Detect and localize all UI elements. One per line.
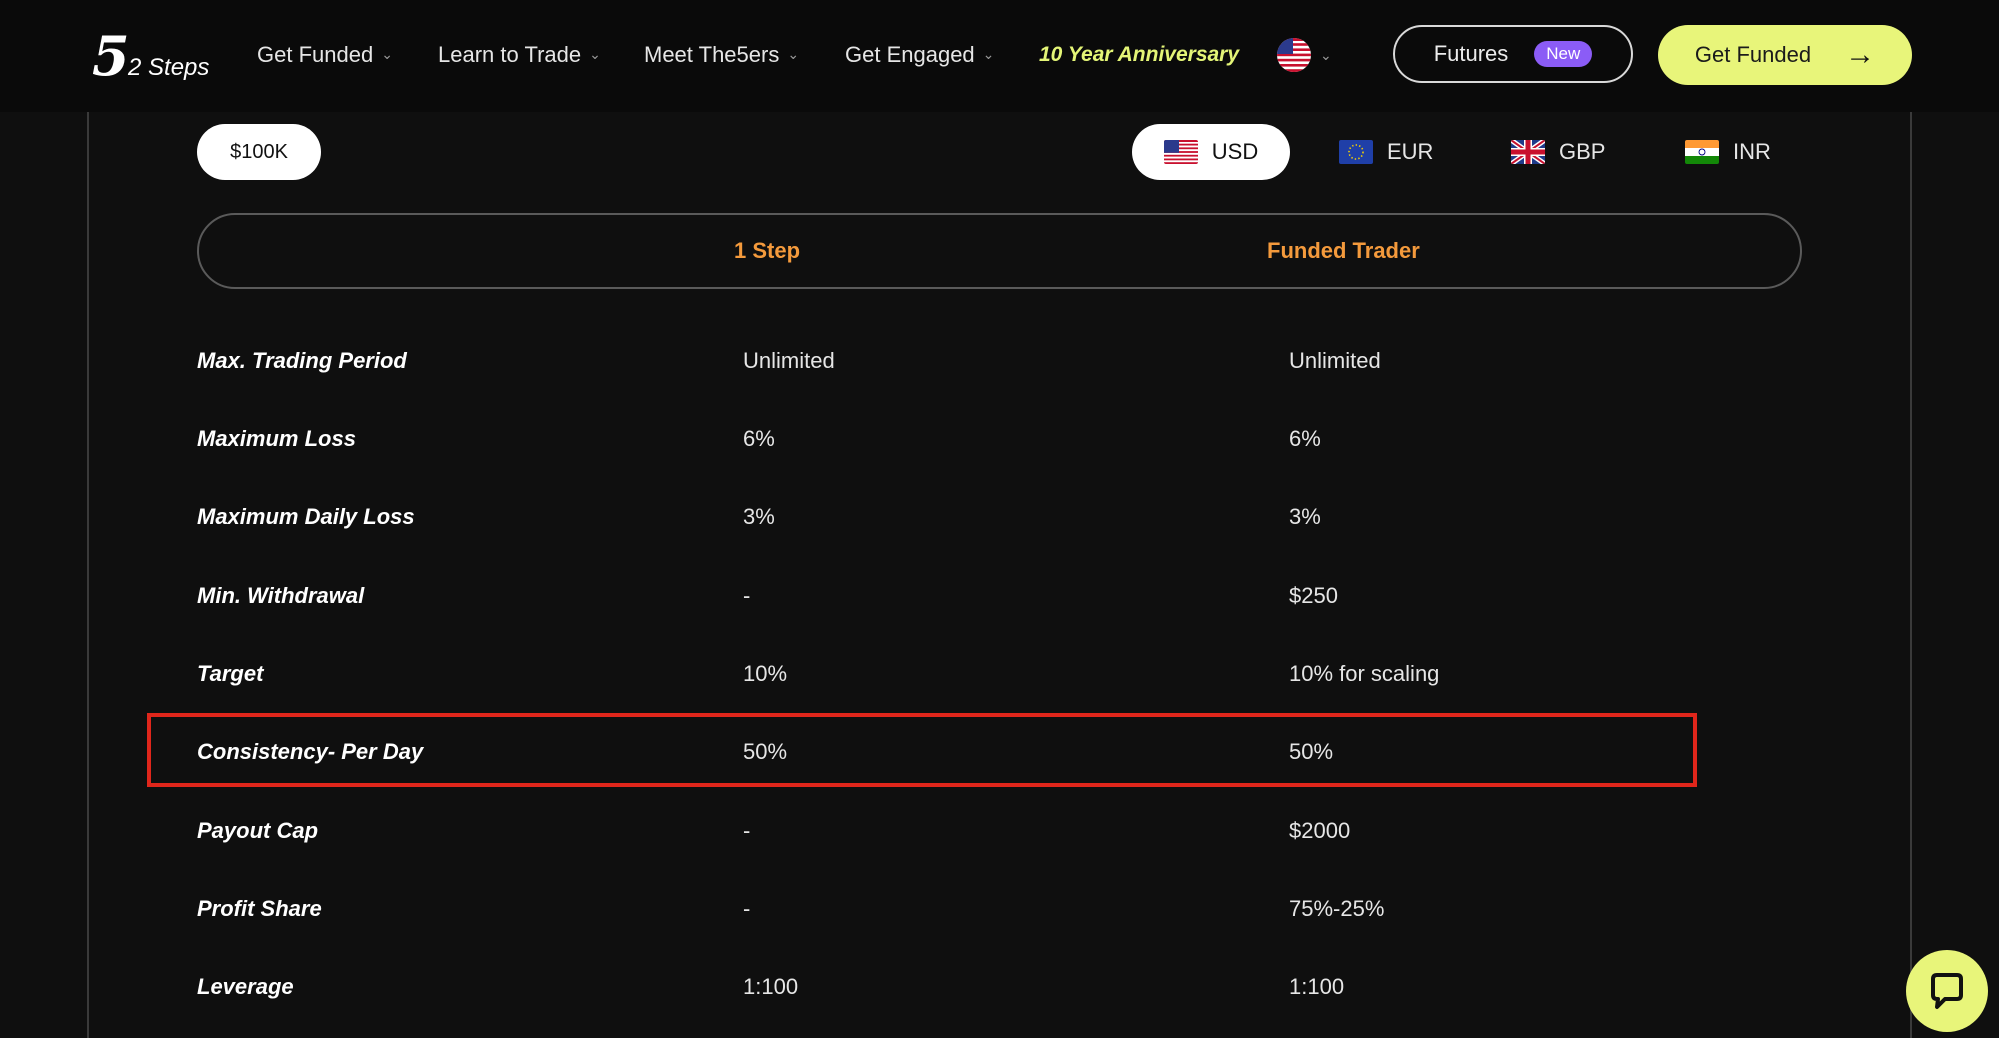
- table-row: Target 10% 10% for scaling: [197, 654, 1697, 694]
- currency-inr[interactable]: INR: [1685, 124, 1771, 180]
- nav-anniversary-link[interactable]: 10 Year Anniversary: [1039, 38, 1239, 72]
- row-value-1-step: 3%: [743, 504, 775, 529]
- row-value-1-step: Unlimited: [743, 348, 835, 373]
- nav-learn-to-trade-label: Learn to Trade: [438, 42, 582, 67]
- new-badge: New: [1534, 41, 1593, 67]
- plan-header-bar: 1 Step Funded Trader: [197, 213, 1802, 289]
- account-size-selector[interactable]: $100K: [197, 124, 321, 180]
- table-row: Payout Cap - $2000: [197, 811, 1697, 851]
- chevron-down-icon: ⌄: [381, 46, 393, 63]
- nav-meet-the5ers-label: Meet The5ers: [644, 42, 780, 67]
- row-label: Profit Share: [197, 896, 322, 921]
- table-row: Maximum Loss 6% 6%: [197, 419, 1697, 459]
- row-value-1-step: 10%: [743, 661, 788, 686]
- chat-bubble-icon[interactable]: [1906, 950, 1988, 1032]
- india-flag-icon: [1685, 140, 1719, 164]
- row-value-funded-trader: 3%: [1289, 504, 1321, 529]
- page: 5 2 Steps Get Funded ⌄ Learn to Trade ⌄ Me…: [0, 0, 1999, 1038]
- row-label: Target: [197, 661, 264, 686]
- table-row: Profit Share - 75%-25%: [197, 889, 1697, 929]
- nav-get-funded-label: Get Funded: [257, 42, 374, 67]
- row-label: Max. Trading Period: [197, 348, 407, 373]
- currency-inr-label: INR: [1733, 139, 1771, 164]
- uk-flag-icon: [1511, 140, 1545, 164]
- row-value-1-step: 6%: [743, 426, 775, 451]
- row-value-1-step: -: [743, 818, 751, 843]
- nav-learn-to-trade[interactable]: Learn to Trade ⌄: [438, 38, 601, 72]
- nav-get-funded[interactable]: Get Funded ⌄: [257, 38, 393, 72]
- table-row: Maximum Daily Loss 3% 3%: [197, 497, 1697, 537]
- row-value-funded-trader: $250: [1289, 583, 1338, 608]
- currency-usd-label: USD: [1211, 139, 1259, 164]
- us-flag-icon[interactable]: [1277, 38, 1311, 72]
- currency-eur-label: EUR: [1387, 139, 1434, 164]
- highlight-annotation-box: [147, 713, 1697, 787]
- currency-eur[interactable]: EUR: [1339, 124, 1433, 180]
- frame-divider-left: [87, 112, 89, 1038]
- chevron-down-icon: ⌄: [589, 46, 601, 63]
- chevron-down-icon: ⌄: [982, 46, 995, 63]
- row-label: Leverage: [197, 974, 294, 999]
- row-label: Payout Cap: [197, 818, 319, 843]
- get-funded-button[interactable]: Get Funded →: [1658, 25, 1912, 85]
- row-value-funded-trader: 10% for scaling: [1289, 661, 1440, 686]
- currency-gbp-label: GBP: [1559, 139, 1606, 164]
- logo[interactable]: 5 2 Steps: [92, 26, 222, 86]
- logo-subtitle: 2 Steps: [128, 54, 210, 81]
- plan-1-step[interactable]: 1 Step: [734, 215, 800, 287]
- futures-label: Futures: [1433, 41, 1509, 66]
- top-navbar: 5 2 Steps Get Funded ⌄ Learn to Trade ⌄ Me…: [0, 0, 1999, 112]
- chevron-down-icon: ⌄: [787, 46, 800, 63]
- plan-funded-trader[interactable]: Funded Trader: [1267, 215, 1420, 287]
- nav-get-engaged-label: Get Engaged: [845, 42, 975, 67]
- row-value-funded-trader: $2000: [1289, 818, 1351, 843]
- row-label: Maximum Loss: [197, 426, 356, 451]
- logo-mark: 5: [92, 24, 130, 88]
- get-funded-label: Get Funded: [1694, 42, 1812, 67]
- row-value-1-step: -: [743, 896, 751, 921]
- row-value-funded-trader: 6%: [1289, 426, 1321, 451]
- currency-gbp[interactable]: GBP: [1511, 124, 1605, 180]
- futures-button[interactable]: Futures New: [1393, 25, 1633, 83]
- row-value-1-step: -: [743, 583, 751, 608]
- row-value-1-step: 1:100: [743, 974, 799, 999]
- frame-divider-right: [1910, 112, 1912, 1038]
- table-row: Min. Withdrawal - $250: [197, 576, 1697, 616]
- row-value-funded-trader: Unlimited: [1289, 348, 1381, 373]
- table-row: Max. Trading Period Unlimited Unlimited: [197, 341, 1697, 381]
- nav-meet-the5ers[interactable]: Meet The5ers ⌄: [644, 38, 799, 72]
- row-label: Maximum Daily Loss: [197, 504, 415, 529]
- chevron-down-icon[interactable]: ⌄: [1320, 40, 1332, 70]
- nav-get-engaged[interactable]: Get Engaged ⌄: [845, 38, 994, 72]
- row-label: Min. Withdrawal: [197, 583, 365, 608]
- table-row: Leverage 1:100 1:100: [197, 967, 1697, 1007]
- row-value-funded-trader: 75%-25%: [1289, 896, 1385, 921]
- arrow-right-icon: →: [1845, 38, 1876, 71]
- currency-usd[interactable]: USD: [1132, 124, 1290, 180]
- us-flag-icon: [1163, 140, 1198, 164]
- eu-flag-icon: [1339, 140, 1373, 164]
- row-value-funded-trader: 1:100: [1289, 974, 1345, 999]
